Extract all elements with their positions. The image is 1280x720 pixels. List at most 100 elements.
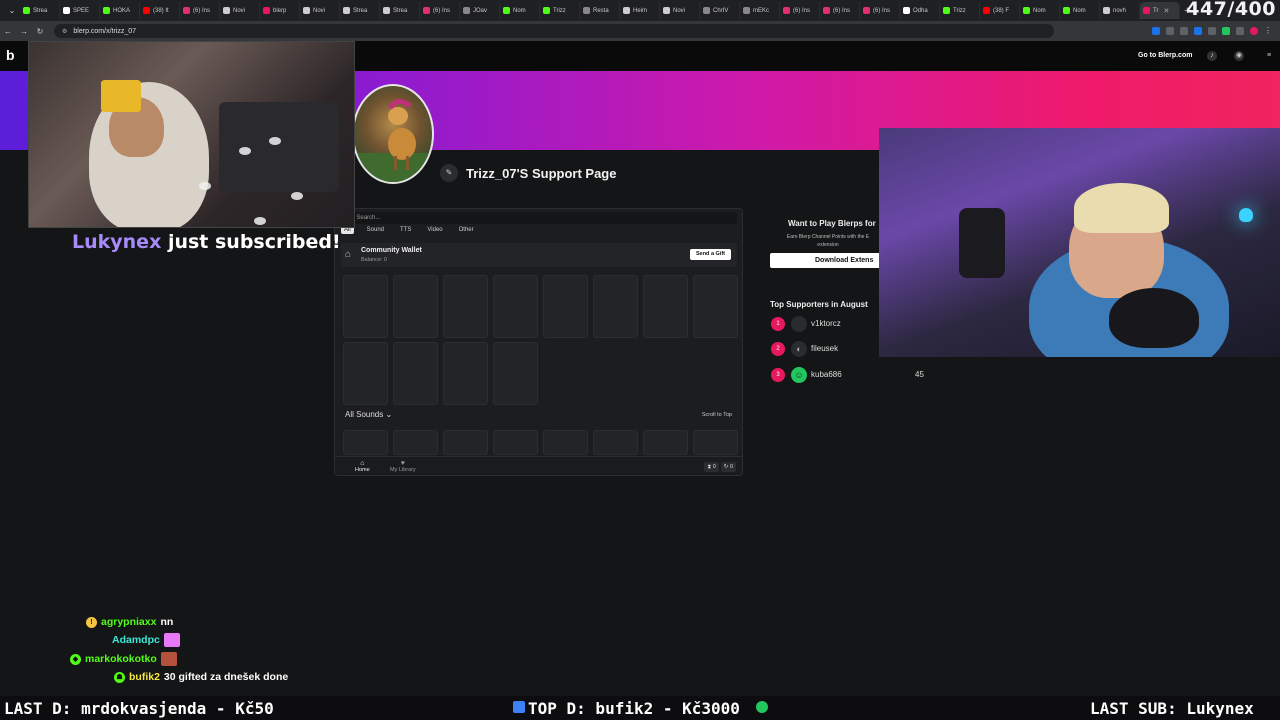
browser-tab[interactable]: blerp — [260, 2, 300, 19]
notification-icon[interactable]: ◉ — [1234, 51, 1244, 61]
tab-label: Novi — [313, 7, 326, 14]
close-icon[interactable]: ✕ — [1163, 7, 1169, 15]
filter-tab-other[interactable]: Other — [456, 226, 477, 234]
browser-tab[interactable]: Novi — [660, 2, 700, 19]
browser-tab[interactable]: Trizz — [540, 2, 580, 19]
browser-tab[interactable]: (6) Ins — [420, 2, 460, 19]
extension-icon[interactable] — [1236, 27, 1244, 35]
browser-tab[interactable]: Strea — [20, 2, 60, 19]
extension-icon[interactable] — [1194, 27, 1202, 35]
sound-tile[interactable] — [643, 275, 688, 338]
edit-icon[interactable]: ✎ — [440, 164, 458, 182]
volume-icon[interactable]: ♪ — [1207, 51, 1217, 61]
chat-text: 30 gifted za dnešek done — [163, 671, 289, 683]
browser-tab[interactable]: (6) Ins — [820, 2, 860, 19]
url-input[interactable]: ⚙ blerp.com/x/trizz_07 — [54, 24, 1054, 38]
send-gift-button[interactable]: Send a Gift — [689, 249, 731, 260]
tab-favicon — [63, 7, 70, 14]
sound-tile[interactable] — [543, 275, 588, 338]
sound-tile[interactable] — [343, 342, 388, 405]
browser-tab[interactable]: Strea — [380, 2, 420, 19]
tab-favicon — [583, 7, 590, 14]
goto-blerp-link[interactable]: Go to Blerp.com — [1138, 52, 1192, 59]
supporter-row[interactable]: 3 ☺ kuba686 45 — [771, 367, 931, 383]
couch — [219, 102, 339, 192]
chat-message: ! agrypniaxx nn — [86, 615, 173, 629]
tab-favicon — [103, 7, 110, 14]
bookmark-star-icon[interactable] — [1166, 27, 1174, 35]
sound-tile[interactable] — [393, 275, 438, 338]
sound-tile[interactable] — [393, 342, 438, 405]
sound-tile[interactable] — [343, 275, 388, 338]
point-counts: ⧗ 0 ↻ 0 — [704, 462, 736, 472]
tab-label: novh — [1113, 7, 1127, 14]
extension-icon[interactable] — [1180, 27, 1188, 35]
browser-tab[interactable]: Odha — [900, 2, 940, 19]
nav-home[interactable]: ⌂ Home — [355, 460, 370, 473]
sound-tile[interactable] — [543, 430, 588, 455]
menu-icon[interactable]: ≡ — [1264, 51, 1274, 61]
browser-tab[interactable]: novh — [1100, 2, 1140, 19]
browser-tab[interactable]: Nom — [1060, 2, 1100, 19]
nav-my-library[interactable]: ♥ My Library — [390, 460, 416, 473]
sound-tile[interactable] — [493, 430, 538, 455]
sound-tile[interactable] — [493, 275, 538, 338]
search-input[interactable]: ⌕ Search... — [341, 212, 737, 224]
sound-tile[interactable] — [443, 430, 488, 455]
chat-message: ☗ bufik2 30 gifted za dnešek done — [114, 670, 288, 684]
download-extension-button[interactable]: Download Extens — [770, 253, 882, 268]
sound-tile[interactable] — [593, 275, 638, 338]
browser-tab[interactable]: Novi — [300, 2, 340, 19]
browser-tab[interactable]: mEKc — [740, 2, 780, 19]
confetti — [199, 182, 211, 190]
browser-tab[interactable]: JOav — [460, 2, 500, 19]
tab-favicon — [503, 7, 510, 14]
sound-tile[interactable] — [593, 430, 638, 455]
browser-tab[interactable]: SPEE — [60, 2, 100, 19]
filter-tab-video[interactable]: Video — [424, 226, 445, 234]
extension-icon[interactable] — [1222, 27, 1230, 35]
sound-tile[interactable] — [443, 342, 488, 405]
filter-tab-tts[interactable]: TTS — [397, 226, 414, 234]
forward-icon[interactable]: → — [16, 27, 32, 36]
screen: ⌄ Strea SPEE HOKA (38) It (6) Ins Novi blerp No… — [0, 0, 1280, 720]
webcam-left — [28, 41, 355, 228]
sound-tile[interactable] — [643, 430, 688, 455]
nav-home-label: Home — [355, 467, 370, 473]
browser-tab[interactable]: (38) F — [980, 2, 1020, 19]
sound-tile[interactable] — [493, 342, 538, 405]
filter-tab-sound[interactable]: Sound — [364, 226, 387, 234]
scroll-to-top-link[interactable]: Scroll to Top — [702, 412, 732, 418]
browser-tab[interactable]: (6) Ins — [180, 2, 220, 19]
sound-tile[interactable] — [443, 275, 488, 338]
tab-favicon — [543, 7, 550, 14]
extension-icon[interactable] — [1208, 27, 1216, 35]
browser-tab[interactable]: (6) Ins — [860, 2, 900, 19]
browser-tab[interactable]: Heim — [620, 2, 660, 19]
browser-tab[interactable]: Nom — [500, 2, 540, 19]
browser-tab[interactable]: (38) It — [140, 2, 180, 19]
browser-tab[interactable]: Trizz — [940, 2, 980, 19]
profile-avatar[interactable] — [1250, 27, 1258, 35]
sound-tile[interactable] — [393, 430, 438, 455]
browser-tab[interactable]: Tr ✕ — [1140, 2, 1180, 19]
tab-label: (6) Ins — [873, 7, 891, 14]
blerp-logo[interactable]: b — [6, 47, 15, 63]
extension-icon[interactable] — [1152, 27, 1160, 35]
browser-tab[interactable]: HOKA — [100, 2, 140, 19]
browser-tab[interactable]: Novi — [220, 2, 260, 19]
sound-tile[interactable] — [693, 275, 738, 338]
sound-tile[interactable] — [343, 430, 388, 455]
browser-tab[interactable]: Strea — [340, 2, 380, 19]
browser-tab[interactable]: (6) Ins — [780, 2, 820, 19]
all-sounds-dropdown[interactable]: All Sounds ⌄ — [345, 410, 392, 419]
sound-tile[interactable] — [693, 430, 738, 455]
site-info-icon[interactable]: ⚙ — [62, 28, 67, 35]
reload-icon[interactable]: ↻ — [32, 27, 48, 36]
tab-search-icon[interactable]: ⌄ — [4, 6, 20, 15]
browser-tab[interactable]: Nom — [1020, 2, 1060, 19]
browser-tab[interactable]: Resta — [580, 2, 620, 19]
menu-dots-icon[interactable]: ⋮ — [1264, 27, 1272, 35]
back-icon[interactable]: ← — [0, 27, 16, 36]
browser-tab[interactable]: ChrIV — [700, 2, 740, 19]
